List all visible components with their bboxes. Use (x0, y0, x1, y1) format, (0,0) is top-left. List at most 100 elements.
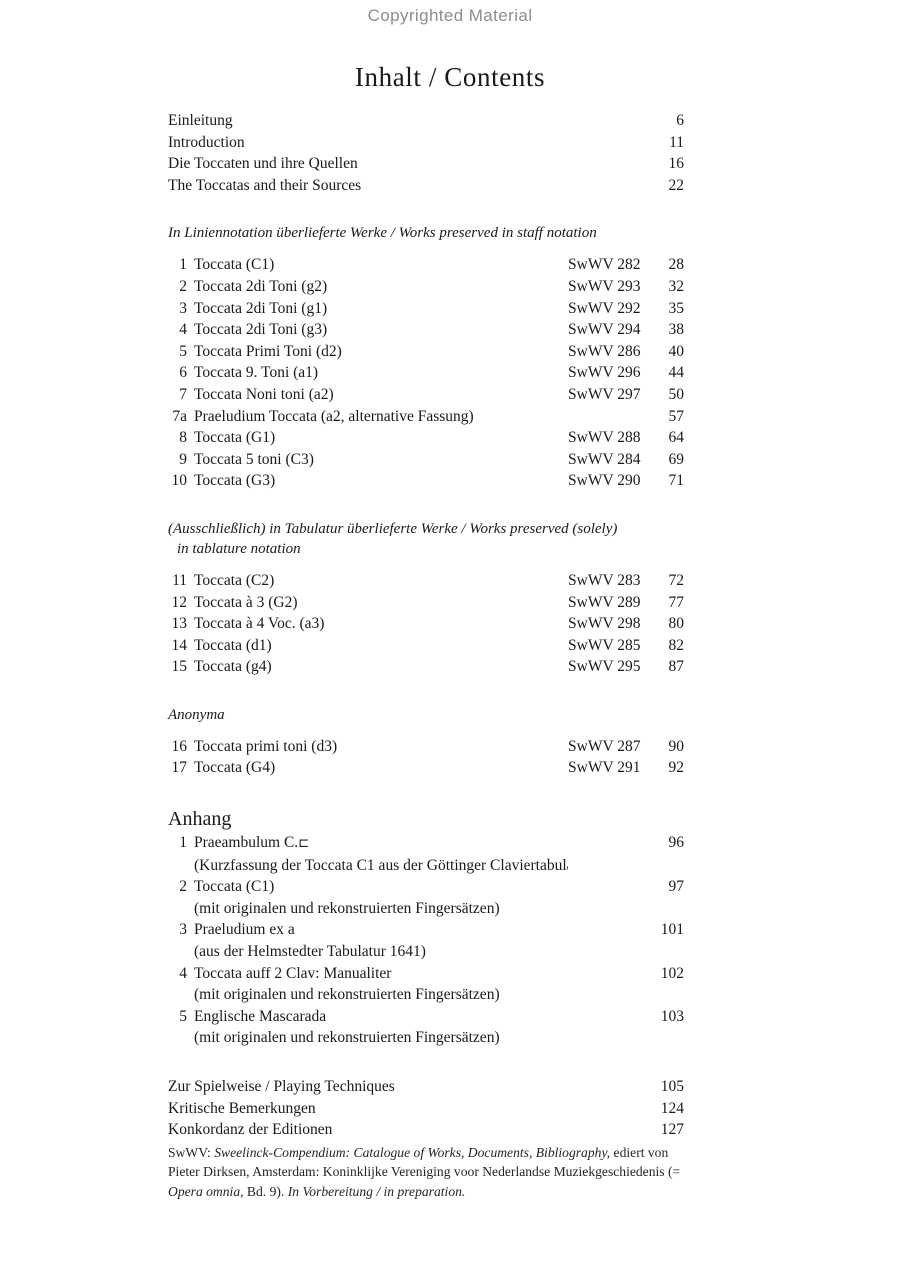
toc-entry[interactable]: 8 Toccata (G1) SwWV 288 64 (168, 427, 684, 449)
entry-catalog: SwWV 296 (568, 364, 641, 382)
entry-number: 4 (179, 964, 187, 982)
toc-entry[interactable]: 13 Toccata à 4 Voc. (a3) SwWV 298 80 (168, 613, 685, 635)
back-matter-list: Zur Spielweise / Playing Techniques 105 … (168, 1076, 684, 1141)
toc-entry[interactable]: 1 Toccata (C1) SwWV 282 28 (168, 254, 684, 276)
toc-entry[interactable]: 7a Praeludium Toccata (a2, alternative F… (168, 406, 684, 428)
entry-catalog: SwWV 297 (568, 385, 641, 403)
entry-title: Toccata 2di Toni (g2) (194, 277, 328, 295)
entry-catalog: SwWV 291 (568, 759, 641, 777)
toc-page: Copyrighted Material Inhalt / Contents E… (0, 0, 900, 1272)
section-heading-tablature: (Ausschließlich) in Tabulatur überliefer… (168, 519, 684, 559)
entry-catalog: SwWV 286 (568, 342, 641, 360)
entry-title: Konkordanz der Editionen (168, 1121, 333, 1139)
entry-title: Praeludium Toccata (a2, alternative Fass… (194, 407, 474, 425)
entry-page: 11 (669, 133, 684, 151)
toc-entry[interactable]: 2 Toccata 2di Toni (g2) SwWV 293 32 (168, 276, 684, 298)
entry-title: Toccata (g4) (194, 658, 272, 676)
entry-number: 8 (179, 429, 187, 447)
staff-notation-list: 1 Toccata (C1) SwWV 282 28 2 Toccata 2di… (168, 254, 685, 492)
entry-page: 57 (668, 407, 685, 425)
toc-entry[interactable]: 4 Toccata 2di Toni (g3) SwWV 294 38 (168, 319, 684, 341)
entry-title: Toccata (G1) (194, 429, 276, 447)
section-heading-staff-notation: In Liniennotation überlieferte Werke / W… (168, 225, 597, 242)
entry-title: Toccata primi toni (d3) (194, 737, 338, 755)
anhang-list: 1 Praeambulum C.⊏ 96 (Kurzfassung der To… (168, 832, 684, 1049)
toc-entry[interactable]: 3 Praeludium ex a 101 (168, 919, 684, 941)
toc-entry[interactable]: 6 Toccata 9. Toni (a1) SwWV 296 44 (168, 362, 684, 384)
toc-entry[interactable]: 5 Toccata Primi Toni (d2) SwWV 286 40 (168, 341, 684, 363)
toc-entry[interactable]: Einleitung 6 (168, 110, 684, 132)
toc-entry-subtitle: (mit originalen und rekonstruierten Fing… (168, 984, 684, 1006)
entry-catalog: SwWV 284 (568, 450, 641, 468)
entry-page: 87 (668, 658, 685, 676)
toc-entry[interactable]: 15 Toccata (g4) SwWV 295 87 (168, 656, 685, 678)
entry-title: Toccata à 4 Voc. (a3) (194, 615, 325, 633)
toc-entry[interactable]: 2 Toccata (C1) 97 (168, 876, 684, 898)
toc-body: Einleitung 6 Introduction 11 Die Toccate… (168, 110, 684, 1141)
tablature-list: 11 Toccata (C2) SwWV 283 72 12 Toccata à… (168, 570, 685, 678)
toc-entry-subtitle: (mit originalen und rekonstruierten Fing… (168, 898, 684, 920)
entry-page: 102 (660, 964, 684, 982)
entry-number: 16 (171, 737, 188, 755)
toc-entry[interactable]: 3 Toccata 2di Toni (g1) SwWV 292 35 (168, 298, 684, 320)
toc-entry[interactable]: Die Toccaten und ihre Quellen 16 (168, 153, 684, 175)
toc-entry[interactable]: Kritische Bemerkungen 124 (168, 1098, 684, 1120)
toc-entry[interactable]: Introduction 11 (168, 132, 684, 154)
entry-title: Toccata Primi Toni (d2) (194, 342, 342, 360)
entry-title: Toccata Noni toni (a2) (194, 385, 334, 403)
entry-number: 3 (179, 921, 187, 939)
entry-page: 97 (668, 878, 685, 896)
toc-entry[interactable]: 1 Praeambulum C.⊏ 96 (168, 832, 684, 855)
entry-page: 124 (660, 1099, 684, 1117)
entry-page: 71 (668, 472, 685, 490)
entry-catalog: SwWV 287 (568, 737, 641, 755)
toc-entry[interactable]: Konkordanz der Editionen 127 (168, 1119, 684, 1141)
toc-entry[interactable]: 11 Toccata (C2) SwWV 283 72 (168, 570, 684, 592)
entry-number: 9 (179, 450, 187, 468)
entry-catalog: SwWV 292 (568, 299, 641, 317)
entry-title: Toccata 9. Toni (a1) (194, 364, 319, 382)
toc-entry[interactable]: 7 Toccata Noni toni (a2) SwWV 297 50 (168, 384, 684, 406)
mensural-sign-icon: ⊏ (298, 836, 309, 852)
toc-entry[interactable]: 16 Toccata primi toni (d3) SwWV 287 90 (168, 736, 685, 758)
entry-number: 7a (172, 407, 187, 425)
toc-entry[interactable]: 10 Toccata (G3) SwWV 290 71 (168, 470, 685, 492)
entry-number: 4 (179, 321, 187, 339)
toc-entry[interactable]: 9 Toccata 5 toni (C3) SwWV 284 69 (168, 449, 684, 471)
entry-page: 28 (668, 256, 685, 274)
entry-page: 50 (668, 385, 685, 403)
entry-title: Toccata (C1) (194, 256, 275, 274)
entry-number: 2 (179, 277, 187, 295)
footnote-series-tail: , Bd. 9). (240, 1183, 285, 1199)
toc-entry[interactable]: The Toccatas and their Sources 22 (168, 175, 684, 197)
toc-entry[interactable]: 5 Englische Mascarada 103 (168, 1006, 684, 1028)
section-heading-anhang: Anhang (168, 808, 232, 831)
entry-page: 22 (668, 176, 685, 194)
toc-entry[interactable]: 12 Toccata à 3 (G2) SwWV 289 77 (168, 592, 685, 614)
toc-entry[interactable]: 4 Toccata auff 2 Clav: Manualiter 102 (168, 963, 684, 985)
entry-title: Englische Mascarada (194, 1007, 327, 1025)
toc-entry[interactable]: 14 Toccata (d1) SwWV 285 82 (168, 635, 685, 657)
entry-title: Praeludium ex a (194, 921, 295, 939)
anonyma-list: 16 Toccata primi toni (d3) SwWV 287 90 1… (168, 736, 685, 779)
entry-title: Toccata 2di Toni (g1) (194, 299, 328, 317)
entry-title: Praeambulum C.⊏ (194, 832, 568, 855)
entry-page: 69 (668, 450, 685, 468)
entry-subtitle: (mit originalen und rekonstruierten Fing… (194, 899, 500, 917)
toc-entry[interactable]: 17 Toccata (G4) SwWV 291 92 (168, 757, 685, 779)
entry-page: 64 (668, 429, 685, 447)
front-matter-list: Einleitung 6 Introduction 11 Die Toccate… (168, 110, 684, 196)
entry-title: Die Toccaten und ihre Quellen (168, 155, 358, 173)
entry-page: 127 (660, 1121, 684, 1139)
entry-catalog: SwWV 285 (568, 636, 641, 654)
footnote-swwv-abbreviation: SwWV: Sweelinck-Compendium: Catalogue of… (168, 1143, 698, 1201)
entry-number: 12 (171, 593, 188, 611)
entry-title: Toccata (d1) (194, 636, 272, 654)
entry-catalog: SwWV 282 (568, 256, 641, 274)
entry-number: 5 (179, 1007, 187, 1025)
toc-entry[interactable]: Zur Spielweise / Playing Techniques 105 (168, 1076, 684, 1098)
section-heading-line-2: in tablature notation (177, 540, 301, 557)
